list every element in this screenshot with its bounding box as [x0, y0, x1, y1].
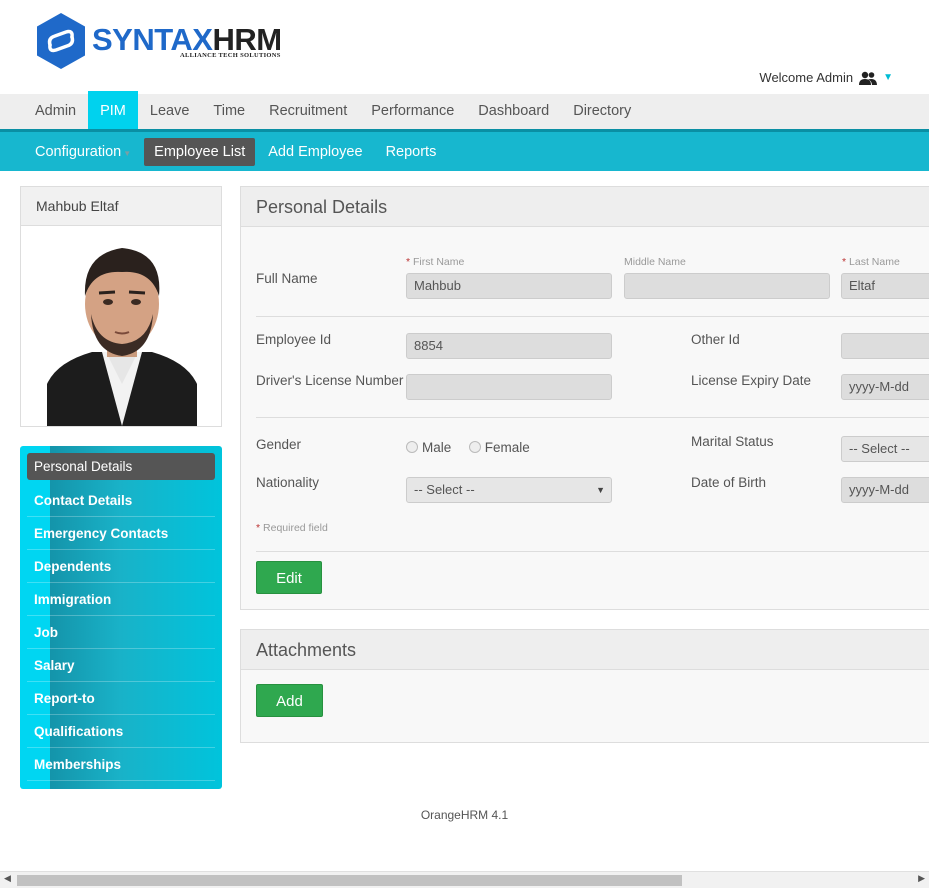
subnav-employee-list[interactable]: Employee List	[144, 137, 256, 166]
sidemenu-qualifications[interactable]: Qualifications	[27, 715, 215, 748]
last-name-input[interactable]: Eltaf	[841, 273, 929, 299]
subnav-configuration[interactable]: Configuration ▼	[25, 138, 141, 166]
divider	[256, 417, 929, 418]
marital-status-select[interactable]: -- Select --	[841, 436, 929, 462]
edit-button[interactable]: Edit	[256, 561, 322, 594]
gender-female-label: Female	[484, 440, 530, 455]
logo-hex-icon	[37, 13, 85, 69]
required-star: *	[256, 522, 261, 534]
sidemenu-memberships[interactable]: Memberships	[27, 748, 215, 781]
caret-down-icon: ▼	[883, 72, 893, 83]
gender-label: Gender	[256, 437, 302, 452]
nav-leave[interactable]: Leave	[138, 94, 202, 129]
attachments-panel: Attachments Add	[240, 629, 929, 743]
welcome-text: Welcome Admin	[759, 70, 854, 85]
users-icon	[859, 71, 878, 85]
scroll-left-icon[interactable]: ◀	[4, 873, 11, 884]
main-nav: Admin PIM Leave Time Recruitment Perform…	[0, 91, 929, 129]
nav-directory[interactable]: Directory	[561, 94, 643, 129]
nav-admin[interactable]: Admin	[23, 94, 88, 129]
logo-tagline: ALLIANCE TECH SOLUTIONS	[180, 52, 281, 59]
nav-dashboard[interactable]: Dashboard	[466, 94, 561, 129]
scrollbar-thumb[interactable]	[17, 875, 682, 886]
employee-photo[interactable]	[47, 234, 197, 426]
nav-pim[interactable]: PIM	[88, 91, 138, 129]
sidemenu-immigration[interactable]: Immigration	[27, 583, 215, 616]
license-expiry-input[interactable]: yyyy-M-dd	[841, 374, 929, 400]
employee-id-label: Employee Id	[256, 332, 332, 347]
company-logo: SYNTAXHRM ALLIANCE TECH SOLUTIONS	[35, 12, 295, 72]
first-name-input[interactable]: Mahbub	[406, 273, 612, 299]
sidemenu-personal-details[interactable]: Personal Details	[27, 453, 215, 480]
nav-time[interactable]: Time	[201, 94, 257, 129]
nav-recruitment[interactable]: Recruitment	[257, 94, 359, 129]
sidemenu-report-to[interactable]: Report-to	[27, 682, 215, 715]
personal-details-panel: Personal Details Full Name * First Name …	[240, 186, 929, 610]
panel-title: Personal Details	[241, 187, 929, 227]
license-expiry-label: License Expiry Date	[691, 373, 812, 388]
dropdown-arrow-icon: ▼	[123, 148, 132, 158]
sub-nav: Configuration ▼ Employee List Add Employe…	[0, 129, 929, 171]
sidemenu-salary[interactable]: Salary	[27, 649, 215, 682]
sidemenu-contact-details[interactable]: Contact Details	[27, 484, 215, 517]
attachments-title: Attachments	[241, 630, 929, 670]
profile-card: Mahbub Eltaf	[20, 186, 222, 427]
gender-male-radio[interactable]	[406, 441, 418, 453]
divider	[256, 551, 929, 552]
gender-female-radio[interactable]	[468, 441, 481, 453]
subnav-add-employee[interactable]: Add Employee	[258, 138, 372, 166]
horizontal-scrollbar[interactable]: ◀ ▶	[0, 871, 929, 888]
nationality-label: Nationality	[256, 475, 320, 490]
first-name-label: First Name	[413, 256, 465, 268]
welcome-menu[interactable]: Welcome Admin ▼	[759, 70, 893, 85]
sidemenu-job[interactable]: Job	[27, 616, 215, 649]
nationality-select[interactable]: -- Select -- ▼	[406, 477, 612, 503]
license-label: Driver's License Number	[256, 373, 404, 388]
other-id-input[interactable]	[841, 333, 929, 359]
nav-performance[interactable]: Performance	[359, 94, 466, 129]
full-name-label: Full Name	[256, 271, 318, 286]
scroll-right-icon[interactable]: ▶	[918, 873, 925, 884]
dob-label: Date of Birth	[691, 475, 767, 490]
marital-status-label: Marital Status	[691, 434, 774, 449]
employee-name: Mahbub Eltaf	[21, 187, 221, 226]
add-attachment-button[interactable]: Add	[256, 684, 323, 717]
employee-id-input[interactable]: 8854	[406, 333, 612, 359]
divider	[256, 316, 929, 317]
footer-version: OrangeHRM 4.1	[420, 808, 509, 822]
dob-input[interactable]: yyyy-M-dd	[841, 477, 929, 503]
required-star: *	[406, 256, 411, 268]
required-field-note: Required field	[263, 522, 328, 534]
required-star: *	[842, 256, 847, 268]
gender-male-label: Male	[422, 440, 452, 455]
license-input[interactable]	[406, 374, 612, 400]
employee-side-menu: Personal Details Contact Details Emergen…	[20, 446, 222, 789]
middle-name-input[interactable]	[624, 273, 830, 299]
subnav-reports[interactable]: Reports	[376, 138, 447, 166]
middle-name-label: Middle Name	[624, 256, 686, 268]
sidemenu-dependents[interactable]: Dependents	[27, 550, 215, 583]
sidemenu-emergency-contacts[interactable]: Emergency Contacts	[27, 517, 215, 550]
select-arrow-icon: ▼	[596, 485, 605, 495]
last-name-label: Last Name	[849, 256, 900, 268]
other-id-label: Other Id	[691, 332, 740, 347]
